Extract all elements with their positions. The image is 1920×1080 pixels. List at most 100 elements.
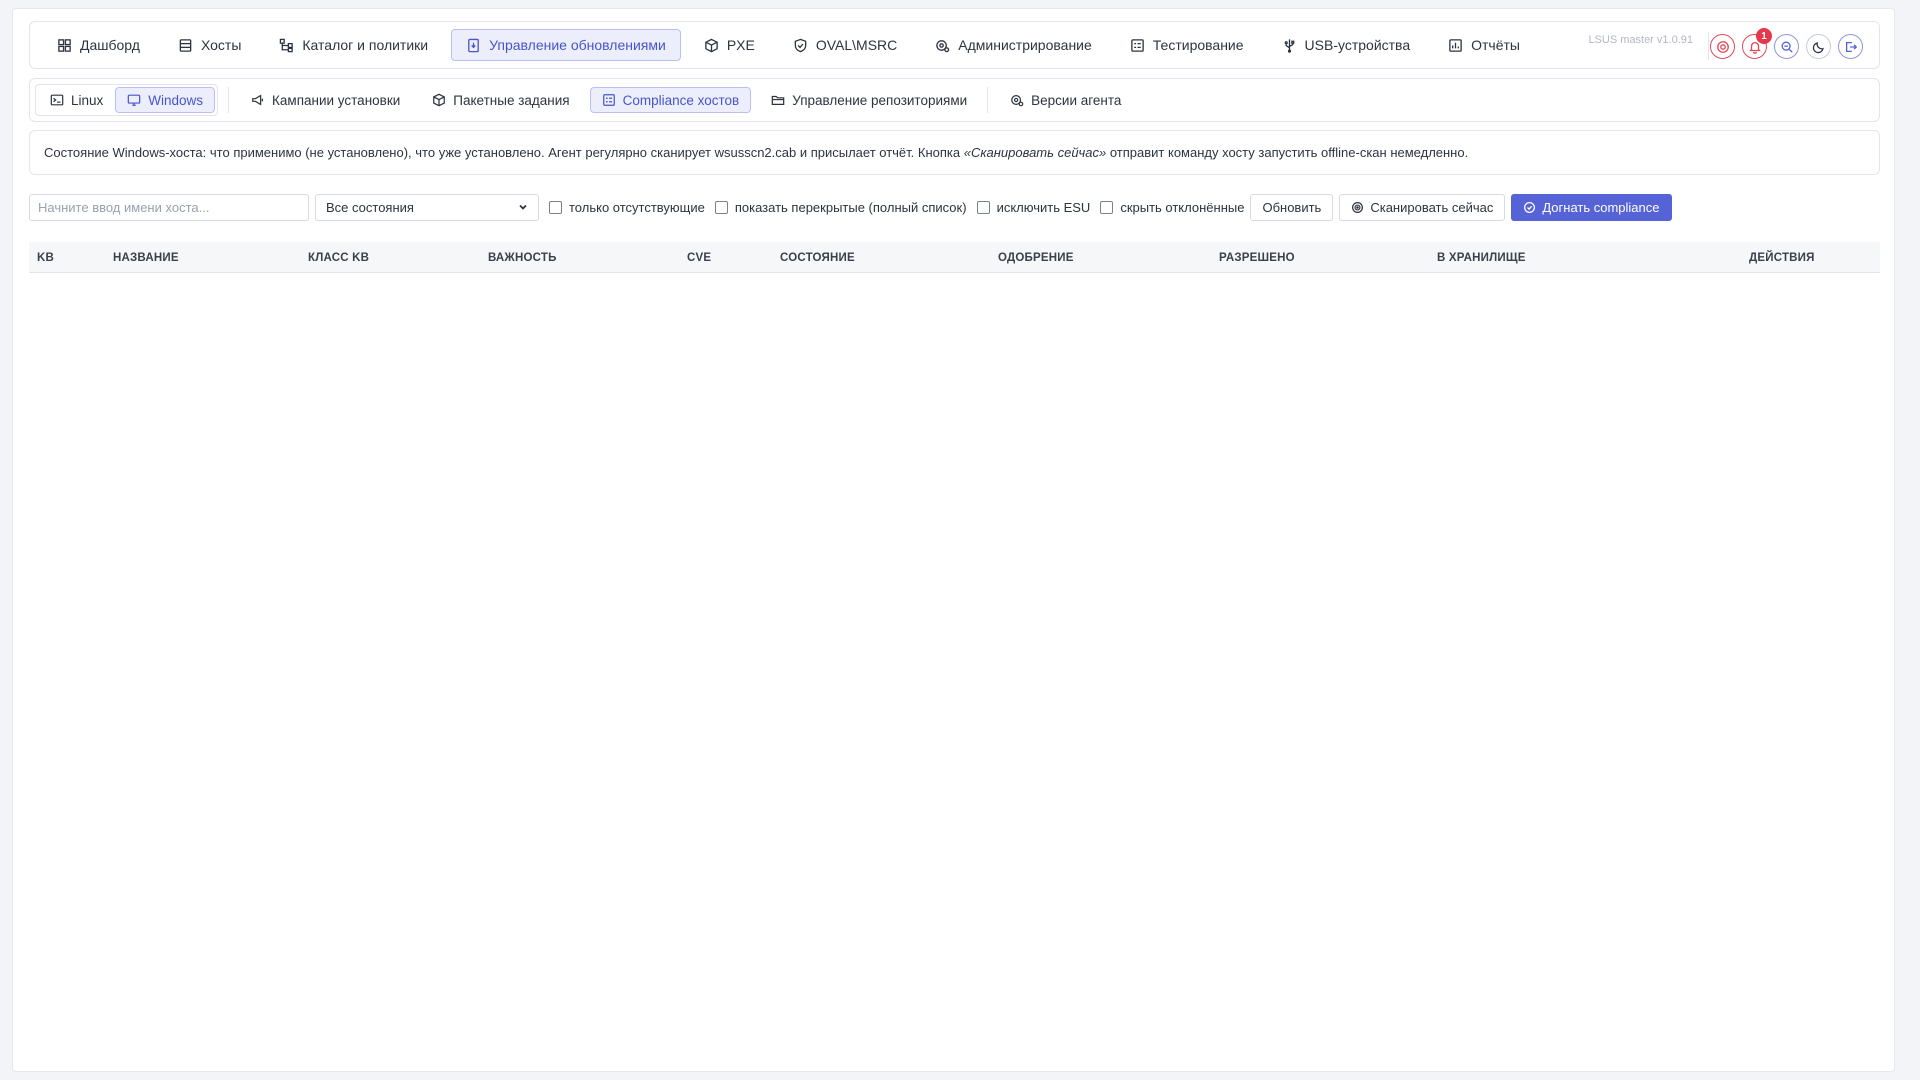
state-select[interactable]: Все состояния — [315, 193, 539, 221]
logout-button[interactable] — [1838, 34, 1863, 59]
tab-label: Управление репозиториями — [792, 92, 968, 108]
nav-divider — [1708, 32, 1709, 60]
column-in-storage[interactable]: В ХРАНИЛИЩЕ — [1437, 242, 1526, 273]
column-state[interactable]: СОСТОЯНИЕ — [780, 242, 855, 273]
nav-label: OVAL\MSRC — [815, 37, 898, 53]
subnav-divider — [987, 87, 989, 113]
checkbox-box[interactable] — [1100, 200, 1114, 214]
tab-label: Compliance хостов — [622, 92, 740, 108]
logout-icon — [1845, 41, 1857, 52]
monitor-icon — [127, 94, 141, 106]
update-doc-icon — [468, 38, 479, 52]
nav-oval-msrc[interactable]: OVAL\MSRC — [778, 29, 912, 61]
megaphone-icon — [252, 94, 264, 106]
nav-testing[interactable]: Тестирование — [1115, 29, 1259, 61]
nav-label: USB-устройства — [1304, 37, 1411, 53]
checkbox-label: показать перекрытые (полный список) — [734, 199, 967, 215]
scan-now-button-label: Сканировать сейчас — [1370, 199, 1494, 215]
show-superseded-checkbox[interactable]: показать перекрытые (полный список) — [714, 199, 967, 215]
only-missing-checkbox[interactable]: только отсутствующие — [549, 200, 705, 215]
checkbox-box[interactable] — [714, 200, 728, 214]
chevron-down-icon — [519, 204, 527, 210]
nav-label: Хосты — [200, 37, 242, 53]
refresh-button-label: Обновить — [1262, 199, 1322, 215]
nav-reports[interactable]: Отчёты — [1433, 29, 1535, 61]
state-select-value: Все состояния — [326, 199, 414, 215]
scan-now-button[interactable]: Сканировать сейчас — [1339, 193, 1506, 221]
admin-gear-icon — [936, 39, 950, 52]
package-icon — [433, 93, 446, 107]
os-tab-label: Linux — [71, 92, 104, 108]
nav-catalog[interactable]: Каталог и политики — [264, 29, 443, 61]
column-actions: ДЕЙСТВИЯ — [1749, 251, 1815, 264]
search-button[interactable] — [1774, 34, 1799, 59]
subnav-divider — [228, 87, 230, 113]
checkbox-box[interactable] — [549, 200, 562, 214]
help-button[interactable] — [1710, 34, 1735, 59]
theme-toggle-button[interactable] — [1806, 34, 1831, 59]
column-kb[interactable]: KB — [37, 242, 54, 273]
nav-dashboard[interactable]: Дашборд — [42, 29, 155, 61]
checkbox-label: только отсутствующие — [569, 199, 705, 215]
column-kb-class[interactable]: КЛАСС KB — [308, 242, 369, 273]
compliance-table-header: KB НАЗВАНИЕ КЛАСС KB ВАЖНОСТЬ CVE СОСТОЯ… — [29, 242, 1880, 273]
column-allowed[interactable]: РАЗРЕШЕНО — [1219, 242, 1295, 273]
lifebuoy-icon — [1716, 40, 1729, 53]
terminal-icon — [50, 94, 64, 106]
catch-up-button-label: Догнать compliance — [1542, 199, 1660, 215]
notifications-button[interactable]: 1 — [1742, 28, 1772, 59]
test-list-icon — [1131, 38, 1144, 52]
grid-icon — [58, 38, 71, 52]
compliance-icon — [602, 94, 615, 106]
tab-agent-versions[interactable]: Версии агента — [998, 87, 1133, 113]
moon-icon — [1812, 41, 1824, 53]
filter-bar: Все состояния только отсутствующие показ… — [29, 193, 1672, 221]
nav-label: Каталог и политики — [302, 37, 429, 53]
info-text-emphasis: «Сканировать сейчас» — [963, 145, 1107, 160]
shield-icon — [794, 38, 807, 52]
tree-icon — [280, 38, 294, 52]
os-tab-linux[interactable]: Linux — [38, 87, 115, 113]
info-text: Состояние Windows-хоста: что применимо (… — [44, 145, 1468, 160]
nav-label: Администрирование — [958, 37, 1092, 53]
sub-nav: Linux Windows Кампании установки Пакетны… — [29, 78, 1880, 122]
exclude-esu-checkbox[interactable]: исключить ESU — [976, 199, 1091, 215]
tab-repo-management[interactable]: Управление репозиториями — [759, 87, 979, 113]
server-icon — [179, 38, 192, 52]
checkbox-label: скрыть отклонённые — [1120, 199, 1245, 215]
catch-up-compliance-button[interactable]: Догнать compliance — [1511, 193, 1672, 221]
tab-label: Пакетные задания — [453, 92, 570, 108]
header-actions: 1 — [1710, 28, 1863, 59]
nav-label: Тестирование — [1152, 37, 1244, 53]
os-tab-windows[interactable]: Windows — [115, 87, 216, 113]
checkbox-label: исключить ESU — [996, 199, 1091, 215]
nav-administration[interactable]: Администрирование — [920, 29, 1107, 61]
tab-install-campaigns[interactable]: Кампании установки — [239, 87, 412, 113]
refresh-button[interactable]: Обновить — [1250, 193, 1334, 221]
column-cve[interactable]: CVE — [687, 242, 711, 273]
tab-label: Кампании установки — [272, 92, 401, 108]
nav-pxe[interactable]: PXE — [689, 29, 770, 61]
folder-icon — [771, 95, 785, 105]
nav-update-management[interactable]: Управление обновлениями — [451, 29, 681, 61]
os-toggle: Linux Windows — [35, 84, 219, 116]
column-approval[interactable]: ОДОБРЕНИЕ — [998, 242, 1074, 273]
radar-icon — [1352, 201, 1364, 213]
version-label: LSUS master v1.0.91 — [1588, 34, 1693, 46]
nav-hosts[interactable]: Хосты — [163, 29, 256, 61]
tab-batch-jobs[interactable]: Пакетные задания — [420, 87, 581, 113]
host-search-input[interactable] — [29, 193, 309, 221]
column-severity[interactable]: ВАЖНОСТЬ — [488, 242, 557, 273]
tab-label: Версии агента — [1031, 92, 1122, 108]
nav-usb-devices[interactable]: USB-устройства — [1267, 29, 1426, 61]
column-name[interactable]: НАЗВАНИЕ — [113, 242, 179, 273]
info-banner: Состояние Windows-хоста: что применимо (… — [29, 130, 1880, 175]
page: Дашборд Хосты Каталог и политики Управле… — [12, 8, 1895, 1072]
tab-host-compliance[interactable]: Compliance хостов — [589, 87, 752, 113]
hide-declined-checkbox[interactable]: скрыть отклонённые — [1100, 200, 1244, 215]
search-icon — [1781, 41, 1793, 53]
check-circle-icon — [1524, 201, 1536, 213]
report-icon — [1449, 38, 1462, 52]
usb-icon — [1284, 38, 1294, 53]
checkbox-box[interactable] — [976, 200, 990, 214]
